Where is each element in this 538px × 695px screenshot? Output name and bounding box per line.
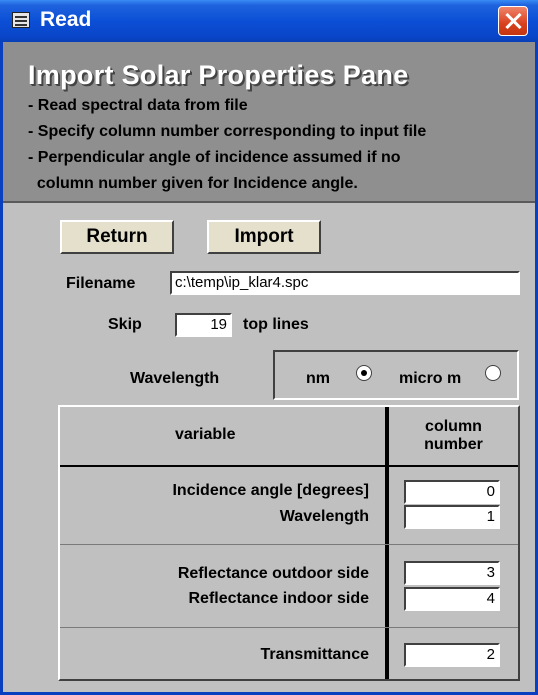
micro-m-option-label: micro m	[399, 370, 462, 387]
wavelength-label: Wavelength	[130, 370, 220, 387]
nm-radio[interactable]	[356, 365, 372, 381]
return-button[interactable]: Return	[60, 220, 174, 254]
incidence-angle-label: Incidence angle [degrees]	[172, 482, 369, 499]
skip-label: Skip	[108, 316, 142, 333]
note-line: - Read spectral data from file	[28, 97, 248, 114]
column-number-header: column	[425, 418, 482, 435]
reflectance-outdoor-column-input[interactable]: 3	[404, 561, 500, 585]
title-bar[interactable]: Read	[0, 0, 538, 42]
window-title: Read	[40, 8, 92, 31]
reflectance-outdoor-label: Reflectance outdoor side	[177, 565, 369, 582]
incidence-angle-column-input[interactable]: 0	[404, 480, 500, 504]
table-group-separator	[60, 544, 518, 545]
read-window: Read Import Solar Properties Pane - Read…	[0, 0, 538, 695]
transmittance-label: Transmittance	[260, 646, 369, 663]
variable-column-header: variable	[175, 426, 236, 443]
wavelength-column-input[interactable]: 1	[404, 505, 500, 529]
wavelength-row-label: Wavelength	[279, 508, 369, 525]
note-line: - Perpendicular angle of incidence assum…	[28, 149, 401, 166]
reflectance-indoor-column-input[interactable]: 4	[404, 587, 500, 611]
nm-option-label: nm	[306, 370, 330, 387]
form-icon	[12, 12, 30, 28]
note-line: column number given for Incidence angle.	[28, 175, 358, 192]
transmittance-column-input[interactable]: 2	[404, 643, 500, 667]
table-group-separator	[60, 627, 518, 628]
filename-label: Filename	[66, 275, 136, 292]
pane-title: Import Solar Properties Pane	[28, 60, 409, 90]
close-icon[interactable]	[498, 6, 528, 36]
micro-m-radio[interactable]	[485, 365, 501, 381]
reflectance-indoor-label: Reflectance indoor side	[188, 590, 370, 607]
filename-input[interactable]: c:\temp\ip_klar4.spc	[170, 271, 520, 295]
column-number-header: number	[424, 436, 483, 453]
import-button[interactable]: Import	[207, 220, 321, 254]
note-line: - Specify column number corresponding to…	[28, 123, 427, 140]
skip-input[interactable]: 19	[175, 313, 232, 337]
skip-suffix-label: top lines	[243, 316, 309, 333]
table-header-separator	[60, 465, 518, 467]
